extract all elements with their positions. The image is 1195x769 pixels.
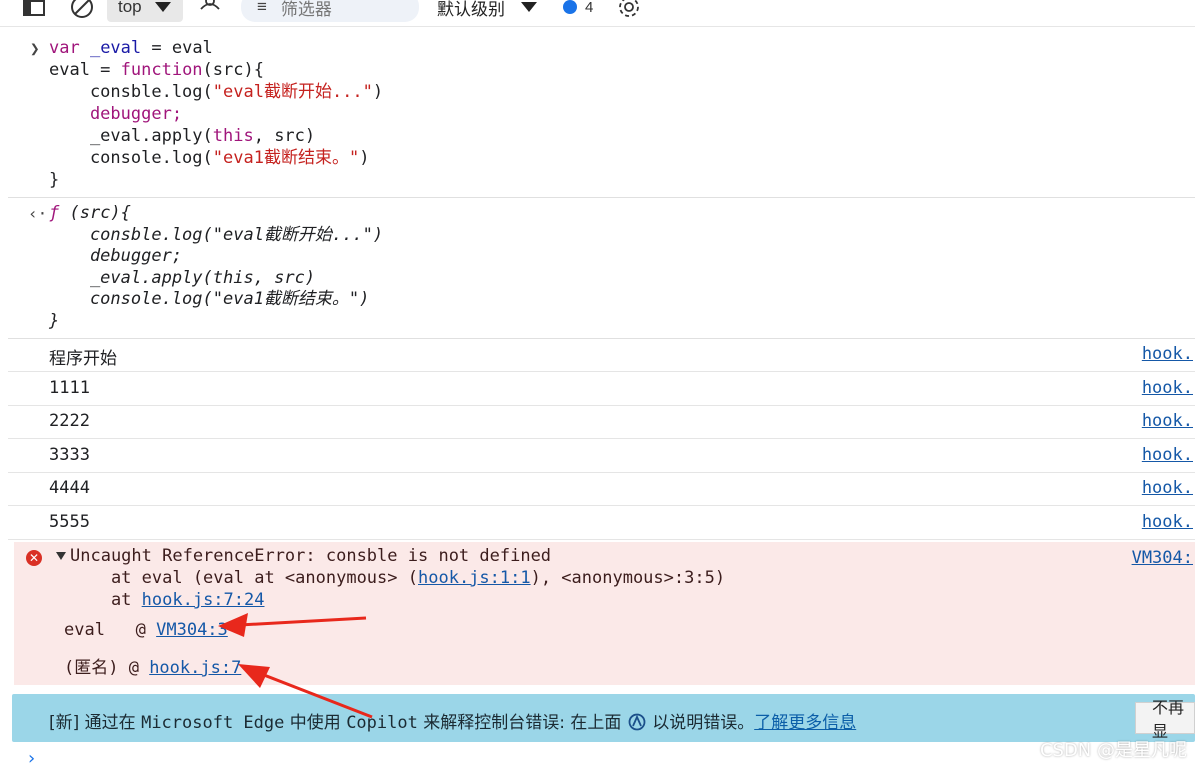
frame-link[interactable]: hook.js:7 [149,658,241,678]
code-line: console.log("eva1截断结束。") [49,148,370,168]
expand-triangle-icon[interactable] [56,552,66,560]
code-line: _eval.apply(this, src) [49,126,316,146]
console-input-entry: ❯ var _eval = eval eval = function(src){… [8,27,1195,198]
code-line: _eval.apply(this, src) [49,268,316,288]
log-row: 2222 hook. [8,405,1195,439]
source-link[interactable]: hook. [1142,512,1193,532]
stack-trace-line: at hook.js:7:24 [70,590,265,610]
learn-more-link[interactable]: 了解更多信息 [754,713,856,733]
filter-icon: ≡ [257,0,267,16]
log-row: 4444 hook. [8,472,1195,506]
dont-show-again-button[interactable]: 不再显 [1135,698,1195,741]
log-row: 5555 hook. [8,506,1195,540]
sidebar-toggle-icon[interactable] [22,0,46,22]
issues-button[interactable]: 4 [563,0,593,22]
clear-console-icon[interactable] [69,0,95,22]
source-link[interactable]: hook. [1142,478,1193,498]
error-message-block: ✕ Uncaught ReferenceError: consble is no… [14,542,1195,685]
filter-input[interactable]: ≡ 筛选器 [241,0,419,22]
stack-frame: (匿名) @ hook.js:7 [64,658,242,678]
console-prompt-icon[interactable]: › [26,748,37,769]
code-line: } [49,170,60,190]
source-link[interactable]: hook. [1142,378,1193,398]
code-line: debugger; [49,104,183,124]
log-level-select[interactable]: 默认级别 [437,0,547,22]
log-row: 3333 hook. [8,439,1195,473]
watermark: CSDN @是星凡呢 [1039,740,1187,761]
chevron-right-icon: ❯ [30,39,40,58]
copilot-icon [627,713,647,731]
chevron-down-icon [155,2,171,12]
issues-count: 4 [585,0,594,16]
gear-icon[interactable] [617,0,641,22]
chevron-down-icon [521,2,537,12]
code-line: debugger; [49,246,183,266]
log-row: 程序开始 hook. [8,338,1195,372]
code-line: var _eval = eval [49,38,213,58]
source-link[interactable]: hook. [1142,344,1193,364]
code-line: consble.log("eval截断开始...") [49,82,384,102]
error-icon: ✕ [26,550,42,566]
error-source-link[interactable]: VM304: [1132,548,1193,568]
copilot-banner: [新] 通过在 Microsoft Edge 中使用 Copilot 来解释控制… [12,694,1195,742]
stack-frame: eval @ VM304:3 [64,620,228,640]
code-line: } [49,311,60,331]
code-line[interactable]: ƒ (src){ [49,202,131,224]
code-line: console.log("eva1截断结束。") [49,289,370,309]
frame-link[interactable]: VM304:3 [156,620,228,640]
return-arrow-icon: ‹· [28,204,48,223]
stack-trace-line: at eval (eval at <anonymous> (hook.js:1:… [70,568,726,588]
error-message: Uncaught ReferenceError: consble is not … [70,546,552,566]
stack-link[interactable]: hook.js:1:1 [418,568,531,588]
context-select[interactable]: top [107,0,183,22]
source-link[interactable]: hook. [1142,445,1193,465]
copilot-message: [新] 通过在 Microsoft Edge 中使用 Copilot 来解释控制… [49,713,857,733]
live-expression-icon[interactable] [198,0,222,22]
code-line: consble.log("eval截断开始...") [49,225,384,245]
code-line: eval = function(src){ [49,60,264,80]
stack-link[interactable]: hook.js:7:24 [142,590,265,610]
source-link[interactable]: hook. [1142,411,1193,431]
console-toolbar: top ≡ 筛选器 默认级别 4 [0,0,1195,27]
message-icon [563,0,577,14]
console-result-entry: ‹· ƒ (src){ consble.log("eval截断开始...") d… [8,198,1195,339]
log-row: 1111 hook. [8,372,1195,406]
